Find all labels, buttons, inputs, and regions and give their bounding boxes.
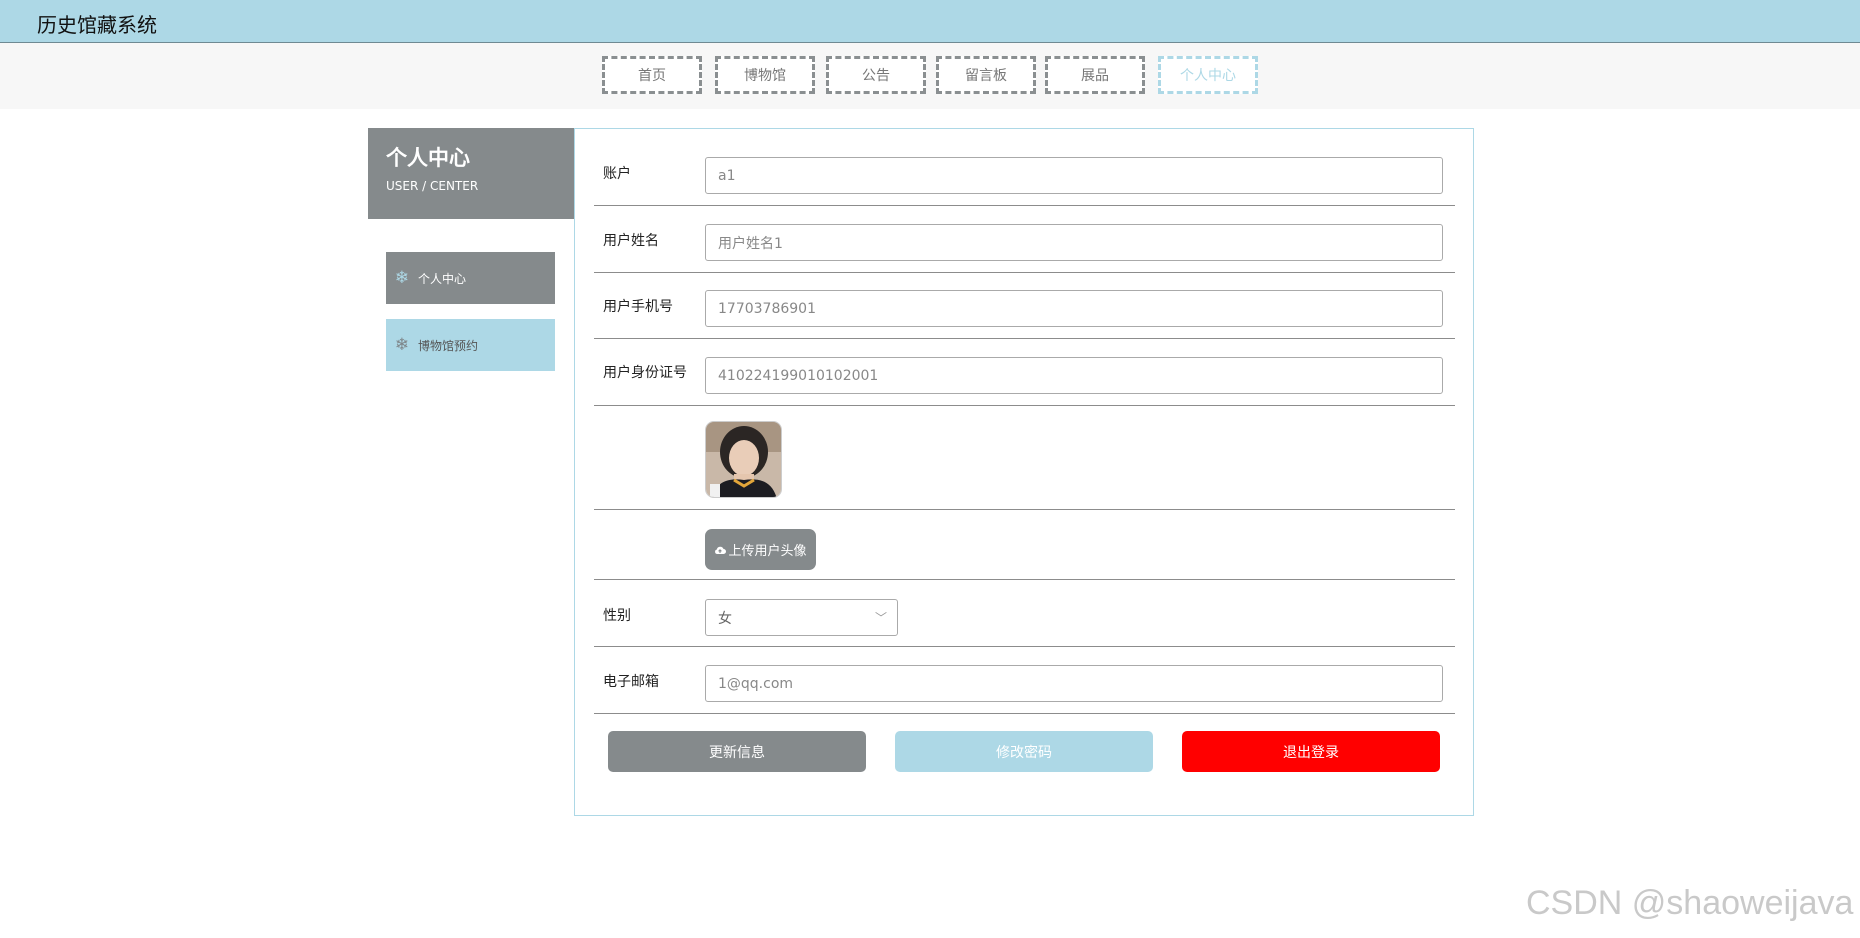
avatar-photo	[706, 422, 781, 497]
nav-user-center[interactable]: 个人中心	[1158, 56, 1258, 94]
avatar	[705, 421, 782, 498]
upload-avatar-label: 上传用户头像	[728, 544, 807, 559]
nav-message-board[interactable]: 留言板	[936, 56, 1036, 94]
form-row-username: 用户姓名	[594, 205, 1455, 273]
nav-notice[interactable]: 公告	[826, 56, 926, 94]
sidebar-item-label: 博物馆预约	[418, 338, 479, 353]
snowflake-icon: ❄	[394, 268, 410, 288]
sidebar-heading: 个人中心	[386, 146, 470, 170]
cloud-upload-icon	[715, 546, 727, 554]
gender-label: 性别	[603, 608, 631, 624]
sidebar-header: 个人中心 USER / CENTER	[368, 128, 574, 219]
username-field[interactable]	[705, 224, 1443, 261]
form-row-gender: 性别 女 ﹀	[594, 579, 1455, 647]
logout-button[interactable]: 退出登录	[1182, 731, 1440, 772]
sidebar-item-user-center[interactable]: ❄ 个人中心	[386, 252, 555, 304]
top-header: 历史馆藏系统	[0, 0, 1860, 43]
form-row-phone: 用户手机号	[594, 272, 1455, 339]
nav-exhibits[interactable]: 展品	[1045, 56, 1145, 94]
change-password-button[interactable]: 修改密码	[895, 731, 1153, 772]
gender-value: 女	[718, 610, 732, 627]
form-row-email: 电子邮箱	[594, 646, 1455, 714]
form-row-upload: 上传用户头像	[594, 509, 1455, 580]
update-info-button[interactable]: 更新信息	[608, 731, 866, 772]
idcard-label: 用户身份证号	[603, 365, 687, 381]
user-form-panel: 账户 用户姓名 用户手机号 用户身份证号	[574, 128, 1474, 816]
form-row-avatar	[594, 405, 1455, 510]
chevron-down-icon: ﹀	[874, 611, 887, 625]
account-label: 账户	[603, 166, 631, 182]
form-row-account: 账户	[594, 129, 1455, 206]
sidebar-item-label: 个人中心	[418, 271, 467, 286]
app-title: 历史馆藏系统	[37, 13, 157, 37]
idcard-field[interactable]	[705, 357, 1443, 394]
nav-museum[interactable]: 博物馆	[715, 56, 815, 94]
phone-label: 用户手机号	[603, 299, 673, 315]
account-field[interactable]	[705, 157, 1443, 194]
main-nav: 首页 博物馆 公告 留言板 展品 个人中心	[0, 43, 1860, 109]
upload-avatar-button[interactable]: 上传用户头像	[705, 529, 816, 570]
snowflake-icon: ❄	[394, 335, 410, 355]
gender-select[interactable]: 女 ﹀	[705, 599, 898, 636]
watermark: CSDN @shaoweijava	[1526, 884, 1854, 922]
phone-field[interactable]	[705, 290, 1443, 327]
email-field[interactable]	[705, 665, 1443, 702]
sidebar-item-museum-reservation[interactable]: ❄ 博物馆预约	[386, 319, 555, 371]
form-row-idcard: 用户身份证号	[594, 338, 1455, 406]
email-label: 电子邮箱	[603, 674, 659, 690]
username-label: 用户姓名	[603, 233, 659, 249]
nav-home[interactable]: 首页	[602, 56, 702, 94]
sidebar-subheading: USER / CENTER	[386, 179, 479, 193]
